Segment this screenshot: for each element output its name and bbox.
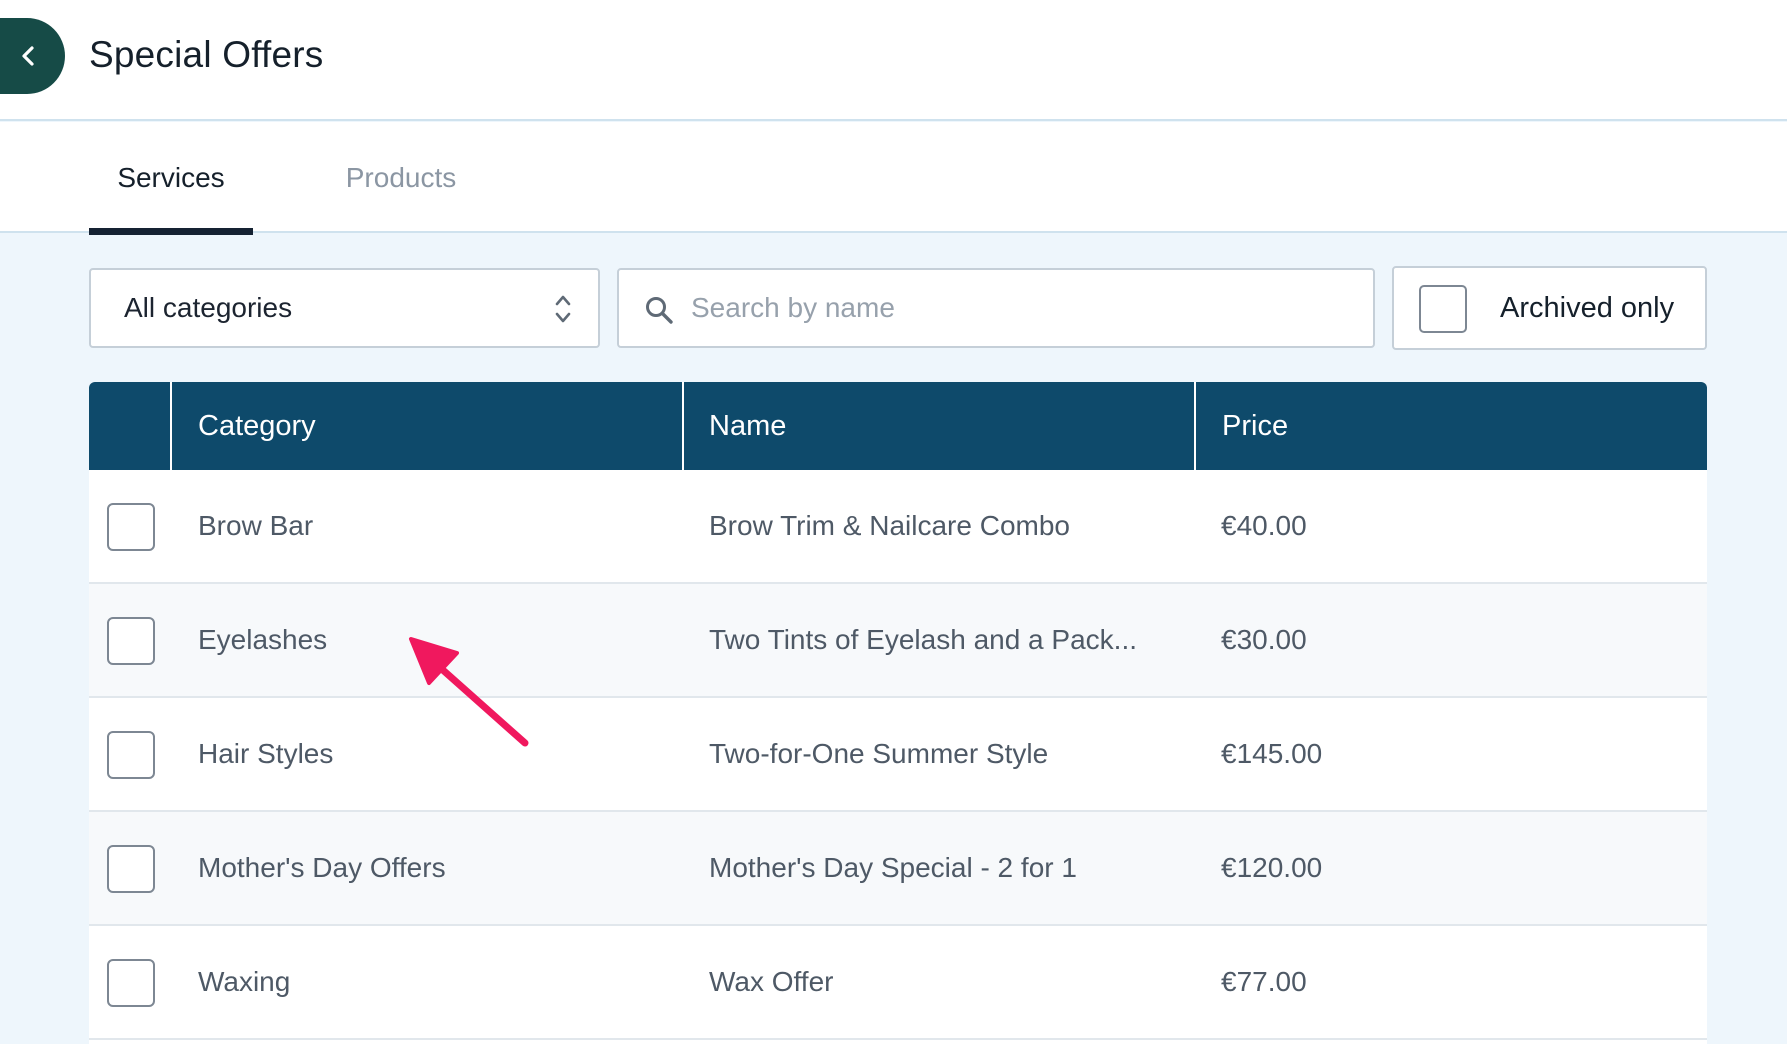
row-name: Two-for-One Summer Style bbox=[709, 738, 1049, 769]
row-price: €77.00 bbox=[1221, 966, 1307, 997]
page-title: Special Offers bbox=[89, 34, 324, 75]
sort-updown-icon bbox=[555, 295, 571, 323]
search-field[interactable] bbox=[617, 268, 1375, 348]
column-header-price[interactable]: Price bbox=[1197, 382, 1707, 470]
tab-bar: Services Products bbox=[0, 122, 1787, 235]
table-row[interactable]: Waxing Wax Offer €77.00 bbox=[89, 926, 1707, 1040]
table-row[interactable]: Mother's Day Offers Mother's Day Special… bbox=[89, 812, 1707, 926]
category-select[interactable]: All categories bbox=[89, 268, 600, 348]
pointer-arrow-icon bbox=[409, 637, 529, 747]
archived-only-toggle[interactable]: Archived only bbox=[1392, 266, 1707, 350]
row-name: Mother's Day Special - 2 for 1 bbox=[709, 852, 1077, 883]
row-price: €120.00 bbox=[1221, 852, 1323, 883]
column-header-name[interactable]: Name bbox=[685, 382, 1196, 470]
row-name: Two Tints of Eyelash and a Pack... bbox=[709, 624, 1137, 655]
row-name: Wax Offer bbox=[709, 966, 834, 997]
table-row[interactable]: Eyelashes Two Tints of Eyelash and a Pac… bbox=[89, 584, 1707, 698]
row-checkbox[interactable] bbox=[107, 959, 155, 1007]
row-category: Hair Styles bbox=[198, 738, 334, 769]
top-bar: Special Offers bbox=[0, 0, 1787, 121]
row-category: Brow Bar bbox=[198, 510, 314, 541]
row-category: Mother's Day Offers bbox=[198, 852, 446, 883]
offers-table: Category Name Price Brow Bar Brow Trim &… bbox=[89, 382, 1707, 1044]
row-category: Waxing bbox=[198, 966, 291, 997]
row-checkbox[interactable] bbox=[107, 731, 155, 779]
archived-only-label: Archived only bbox=[1500, 292, 1675, 324]
column-header-category[interactable]: Category bbox=[174, 382, 684, 470]
table-row[interactable]: Hair Styles Two-for-One Summer Style €14… bbox=[89, 698, 1707, 812]
row-checkbox[interactable] bbox=[107, 617, 155, 665]
search-icon bbox=[646, 297, 673, 324]
tab-products[interactable]: Products bbox=[318, 122, 484, 233]
back-button[interactable] bbox=[0, 18, 65, 94]
tab-services[interactable]: Services bbox=[89, 122, 253, 235]
table-row[interactable]: Brow Bar Brow Trim & Nailcare Combo €40.… bbox=[89, 470, 1707, 584]
row-category: Eyelashes bbox=[198, 624, 328, 655]
row-checkbox[interactable] bbox=[107, 503, 155, 551]
row-price: €145.00 bbox=[1221, 738, 1323, 769]
row-name: Brow Trim & Nailcare Combo bbox=[709, 510, 1070, 541]
table-header: Category Name Price bbox=[89, 382, 1707, 470]
category-select-value: All categories bbox=[124, 292, 293, 323]
row-checkbox[interactable] bbox=[107, 845, 155, 893]
row-price: €40.00 bbox=[1221, 510, 1307, 541]
row-price: €30.00 bbox=[1221, 624, 1307, 655]
select-column-header bbox=[89, 382, 172, 470]
archived-only-checkbox[interactable] bbox=[1419, 285, 1467, 333]
chevron-left-icon bbox=[21, 46, 34, 66]
search-input[interactable] bbox=[691, 270, 1351, 346]
